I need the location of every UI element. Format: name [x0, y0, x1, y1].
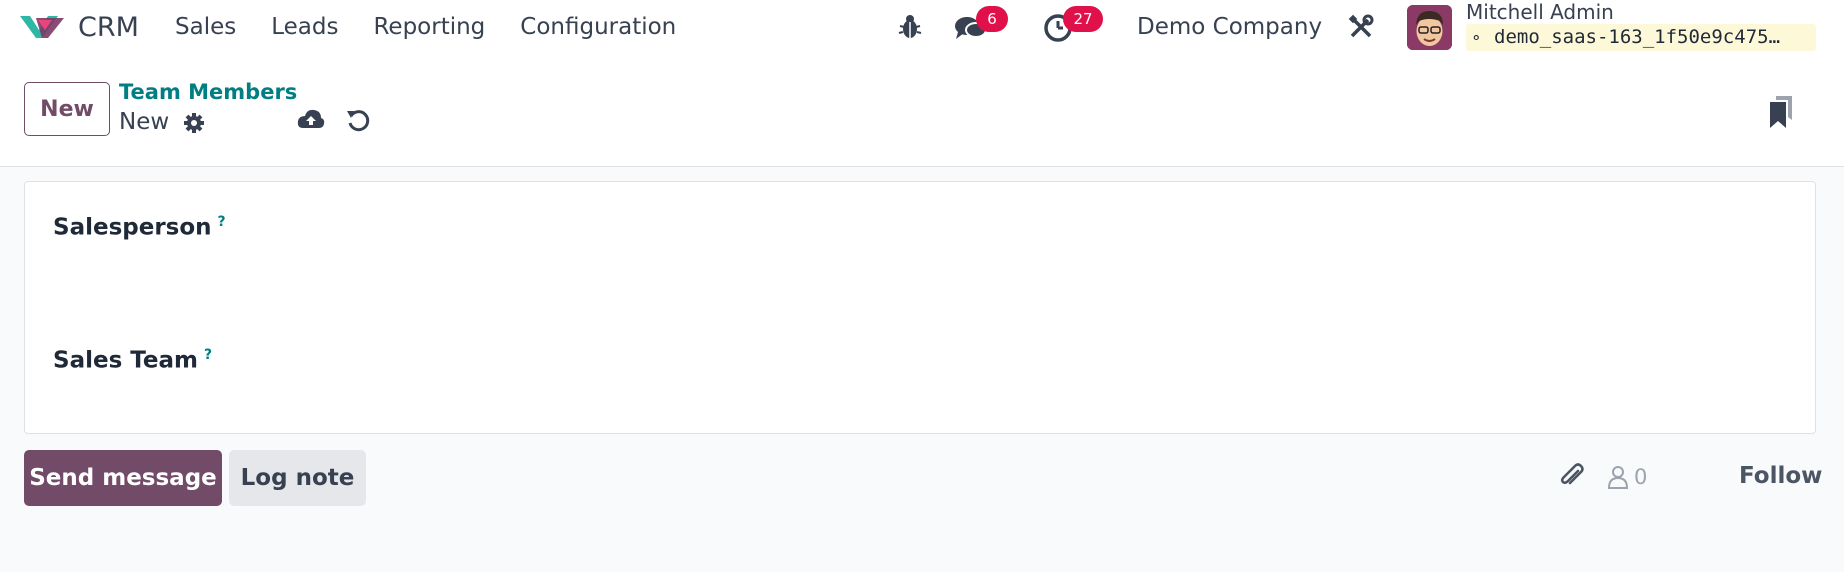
menu-item-sales[interactable]: Sales — [175, 14, 236, 40]
tools-icon[interactable] — [1348, 14, 1374, 40]
gear-icon[interactable] — [183, 112, 205, 134]
salesperson-field-label: Salesperson? — [53, 214, 226, 241]
control-panel: New Team Members New — [0, 56, 1844, 167]
top-navbar: CRM Sales Leads Reporting Configuration … — [0, 0, 1844, 56]
bookmark-icon[interactable] — [1770, 96, 1792, 128]
sales-team-help-tooltip[interactable]: ? — [204, 347, 212, 363]
database-icon: ⚬ — [1470, 29, 1483, 47]
paperclip-icon[interactable] — [1558, 462, 1586, 490]
database-name: demo_saas-163_1f50e9c475… — [1494, 26, 1781, 48]
salesperson-input[interactable] — [255, 210, 855, 246]
log-note-button[interactable]: Log note — [229, 450, 366, 506]
menu-item-configuration[interactable]: Configuration — [520, 14, 676, 40]
menu-item-reporting[interactable]: Reporting — [373, 14, 485, 40]
database-chip: ⚬ demo_saas-163_1f50e9c475… — [1466, 24, 1816, 51]
discard-undo-icon[interactable] — [346, 108, 370, 132]
app-name[interactable]: CRM — [78, 12, 139, 43]
send-message-button[interactable]: Send message — [24, 450, 222, 506]
salesperson-label: Salesperson — [53, 214, 212, 241]
form-sheet: Salesperson? Sales Team? — [24, 181, 1816, 434]
crm-logo-icon[interactable] — [18, 12, 66, 42]
breadcrumb-team-members[interactable]: Team Members — [119, 80, 297, 104]
user-name[interactable]: Mitchell Admin — [1466, 0, 1614, 24]
sales-team-label: Sales Team — [53, 347, 198, 374]
follow-button[interactable]: Follow — [1739, 463, 1822, 489]
messages-badge: 6 — [976, 6, 1008, 32]
followers-user-icon[interactable] — [1607, 465, 1629, 489]
user-avatar[interactable] — [1407, 5, 1452, 50]
sales-team-input[interactable] — [255, 343, 855, 379]
debug-bug-icon[interactable] — [898, 14, 922, 40]
new-button[interactable]: New — [24, 82, 110, 136]
activities-badge: 27 — [1063, 6, 1103, 32]
breadcrumb-current: New — [119, 109, 170, 135]
company-switcher[interactable]: Demo Company — [1137, 14, 1322, 40]
sales-team-field-label: Sales Team? — [53, 347, 212, 374]
salesperson-help-tooltip[interactable]: ? — [218, 214, 226, 230]
main-menu: Sales Leads Reporting Configuration — [175, 14, 711, 40]
save-cloud-icon[interactable] — [297, 108, 325, 132]
menu-item-leads[interactable]: Leads — [271, 14, 338, 40]
followers-count[interactable]: 0 — [1634, 465, 1647, 489]
